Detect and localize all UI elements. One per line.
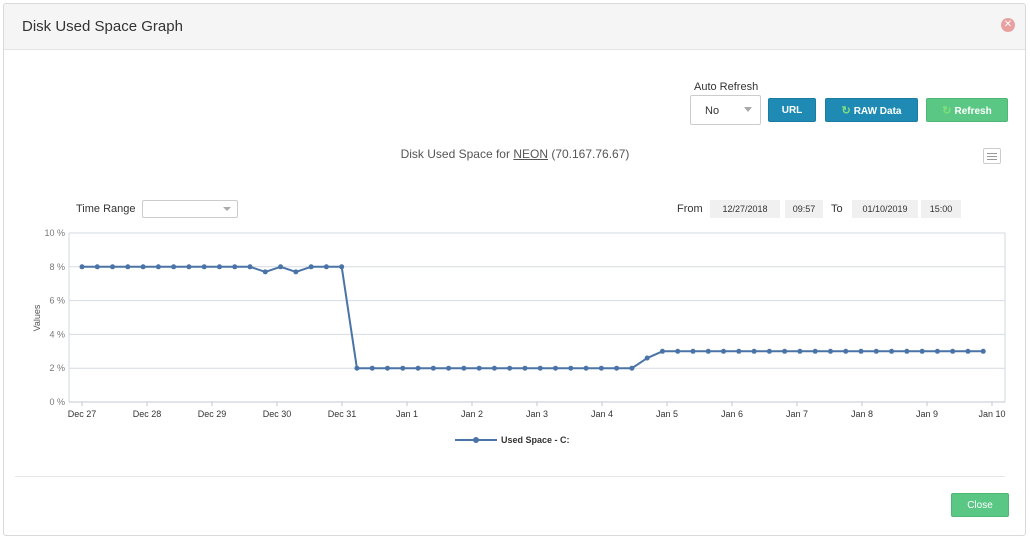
data-point: [797, 348, 803, 354]
x-tick-label: Dec 27: [68, 409, 97, 419]
data-point: [125, 264, 131, 270]
data-point: [354, 365, 360, 371]
data-point: [644, 355, 650, 361]
data-point: [980, 348, 986, 354]
data-point: [873, 348, 879, 354]
data-point: [186, 264, 192, 270]
data-point: [476, 365, 482, 371]
y-axis-label: Values: [32, 304, 42, 331]
x-tick-label: Jan 7: [786, 409, 808, 419]
data-point: [171, 264, 177, 270]
line-chart: 0 % 2 % 4 % 6 % 8 % 10 % Dec 27 Dec 28 Dec 29 Dec…: [32, 228, 1006, 445]
data-point: [950, 348, 956, 354]
y-tick-label: 0 %: [49, 397, 65, 407]
data-point: [553, 365, 559, 371]
data-point: [827, 348, 833, 354]
y-tick-label: 8 %: [49, 262, 65, 272]
x-tick-label: Dec 30: [263, 409, 292, 419]
data-point: [201, 264, 207, 270]
data-point: [659, 348, 665, 354]
data-point: [400, 365, 406, 371]
x-tick-label: Dec 28: [133, 409, 162, 419]
x-tick-label: Dec 31: [328, 409, 357, 419]
data-point: [751, 348, 757, 354]
data-point: [385, 365, 390, 371]
close-button-label: Close: [967, 500, 993, 511]
data-point: [919, 348, 925, 354]
y-tick-label: 4 %: [49, 329, 65, 339]
x-tick-label: Jan 2: [461, 409, 483, 419]
data-point: [323, 264, 329, 270]
data-point: [491, 365, 497, 371]
x-tick-label: Jan 5: [656, 409, 678, 419]
data-point: [889, 348, 895, 354]
data-point: [568, 365, 574, 371]
data-point: [430, 365, 436, 371]
data-point: [140, 264, 146, 270]
data-point: [110, 264, 116, 270]
data-point: [155, 264, 161, 270]
y-tick-label: 10 %: [44, 228, 65, 238]
y-tick-label: 2 %: [49, 363, 65, 373]
data-point: [705, 348, 711, 354]
x-tick-label: Jan 4: [591, 409, 613, 419]
data-point: [858, 348, 864, 354]
data-point: [537, 365, 543, 371]
data-point: [94, 264, 100, 270]
data-point: [216, 264, 222, 270]
data-point: [782, 348, 788, 354]
data-point: [446, 365, 452, 371]
x-tick-label: Jan 9: [916, 409, 938, 419]
data-point: [415, 365, 421, 371]
legend-marker: [473, 437, 479, 443]
data-point: [247, 264, 253, 270]
data-point: [843, 348, 849, 354]
data-point: [675, 348, 681, 354]
data-point: [339, 264, 345, 270]
x-tick-label: Dec 29: [198, 409, 227, 419]
y-tick-label: 6 %: [49, 296, 65, 306]
x-tick-label: Jan 1: [396, 409, 418, 419]
data-point: [904, 348, 910, 354]
data-point: [812, 348, 818, 354]
data-point: [79, 264, 85, 270]
x-tick-label: Jan 3: [526, 409, 548, 419]
data-point: [583, 365, 589, 371]
data-point: [614, 365, 620, 371]
data-point: [965, 348, 971, 354]
data-point: [736, 348, 742, 354]
data-point: [293, 269, 299, 275]
series-line: [82, 265, 984, 370]
x-tick-label: Jan 6: [721, 409, 743, 419]
data-point: [461, 365, 467, 371]
data-point: [598, 365, 604, 371]
data-point: [721, 348, 727, 354]
legend-label: Used Space - C:: [501, 435, 570, 445]
data-point: [766, 348, 772, 354]
data-point: [262, 269, 268, 275]
data-point: [690, 348, 696, 354]
data-point: [522, 365, 528, 371]
data-point: [629, 365, 635, 371]
data-point: [308, 264, 314, 270]
close-button[interactable]: Close: [951, 493, 1009, 517]
x-tick-label: Jan 10: [978, 409, 1005, 419]
data-point: [934, 348, 940, 354]
data-point: [278, 264, 284, 270]
footer-divider: [15, 476, 1005, 477]
data-point: [369, 365, 375, 371]
data-point: [507, 365, 513, 371]
data-point: [232, 264, 238, 270]
x-tick-label: Jan 8: [851, 409, 873, 419]
